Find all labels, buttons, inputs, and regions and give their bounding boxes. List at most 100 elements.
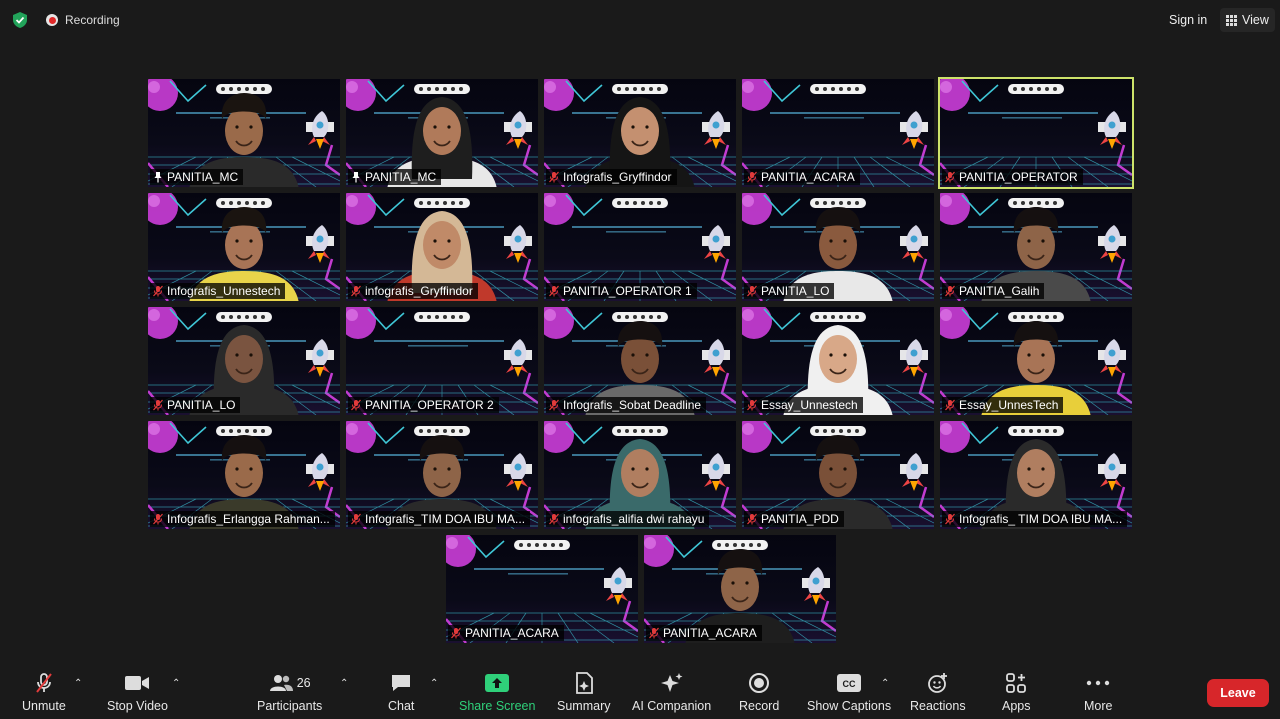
participant-video-tile[interactable]: Essay_Unnestech	[742, 307, 934, 415]
participant-video-tile[interactable]: Infografis_ TIM DOA IBU MA...	[940, 421, 1132, 529]
participant-video-tile[interactable]: Infografis_Erlangga Rahman...	[148, 421, 340, 529]
ai-sparkle-icon	[660, 672, 684, 694]
security-shield-icon[interactable]	[11, 11, 29, 29]
participant-name-tag: Infografis_Sobat Deadline	[546, 397, 707, 413]
stop-video-button[interactable]: Stop Video	[107, 672, 168, 713]
unmute-button[interactable]: Unmute	[22, 672, 66, 713]
participant-video-tile[interactable]: PANITIA_ACARA	[446, 535, 638, 643]
summary-label: Summary	[557, 699, 611, 713]
share-screen-label: Share Screen	[459, 699, 536, 713]
participant-name-tag: PANITIA_ACARA	[744, 169, 860, 185]
participant-video-tile[interactable]: Infografis_TIM DOA IBU MA...	[346, 421, 538, 529]
participant-name: Infografis_Gryffindor	[563, 170, 672, 184]
participant-name: PANITIA_LO	[167, 398, 236, 412]
participant-video-tile[interactable]: PANITIA_OPERATOR	[938, 77, 1134, 189]
participants-options-chevron-up-icon[interactable]: ⌃	[340, 678, 348, 689]
participant-name-tag: PANITIA_ACARA	[448, 625, 564, 641]
video-camera-icon	[124, 672, 150, 694]
participant-video-tile[interactable]: PANITIA_LO	[742, 193, 934, 301]
participant-video-tile[interactable]: PANITIA_MC	[346, 79, 538, 187]
more-ellipsis-icon	[1086, 672, 1110, 694]
chat-options-chevron-up-icon[interactable]: ⌃	[430, 678, 438, 689]
participant-name-tag: PANITIA_OPERATOR 2	[348, 397, 499, 413]
participant-name: PANITIA_OPERATOR 2	[365, 398, 494, 412]
apps-button[interactable]: Apps	[1002, 672, 1031, 713]
summary-document-icon	[574, 672, 594, 694]
participant-video-tile[interactable]: PANITIA_ACARA	[644, 535, 836, 643]
participant-name-tag: PANITIA_ACARA	[646, 625, 762, 641]
apps-label: Apps	[1002, 699, 1031, 713]
participants-button[interactable]: 26 Participants	[257, 672, 322, 713]
participant-video-tile[interactable]: Infografis_Sobat Deadline	[544, 307, 736, 415]
participant-video-tile[interactable]: PANITIA_ACARA	[742, 79, 934, 187]
audio-options-chevron-up-icon[interactable]: ⌃	[74, 678, 82, 689]
more-label: More	[1084, 699, 1113, 713]
microphone-muted-icon	[351, 399, 361, 411]
participant-video-tile[interactable]: PANITIA_Galih	[940, 193, 1132, 301]
microphone-muted-icon	[351, 513, 361, 525]
microphone-muted-icon	[549, 285, 559, 297]
participant-name: PANITIA_MC	[167, 170, 239, 184]
participant-video-tile[interactable]: PANITIA_OPERATOR 1	[544, 193, 736, 301]
view-label: View	[1242, 13, 1269, 27]
microphone-muted-icon	[747, 513, 757, 525]
show-captions-label: Show Captions	[807, 699, 892, 713]
participant-video-tile[interactable]: Infografis_Unnestech	[148, 193, 340, 301]
participant-name: Infografis_Erlangga Rahman...	[167, 512, 330, 526]
participant-name: PANITIA_Galih	[959, 284, 1040, 298]
apps-grid-icon	[1005, 672, 1027, 694]
video-options-chevron-up-icon[interactable]: ⌃	[172, 678, 180, 689]
show-captions-button[interactable]: CC Show Captions	[807, 672, 891, 713]
microphone-muted-icon	[351, 285, 361, 297]
leave-button[interactable]: Leave	[1207, 679, 1269, 707]
more-button[interactable]: More	[1084, 672, 1112, 713]
microphone-muted-icon	[747, 285, 757, 297]
recording-indicator[interactable]: Recording	[46, 12, 120, 28]
chat-button[interactable]: Chat	[388, 672, 414, 713]
microphone-muted-icon	[945, 513, 955, 525]
record-label: Record	[739, 699, 780, 713]
participant-name: infografis_alifia dwi rahayu	[563, 512, 705, 526]
top-bar: Recording Sign in View	[0, 0, 1280, 40]
participant-name-tag: PANITIA_PDD	[744, 511, 844, 527]
share-screen-button[interactable]: Share Screen	[459, 672, 535, 713]
participant-count: 26	[296, 676, 311, 690]
participant-video-tile[interactable]: PANITIA_MC	[148, 79, 340, 187]
participants-label: Participants	[257, 699, 323, 713]
participants-icon-group: 26	[269, 672, 311, 694]
participant-name-tag: Infografis_TIM DOA IBU MA...	[348, 511, 531, 527]
participant-video-tile[interactable]: infografis_Gryffindor	[346, 193, 538, 301]
participant-name-tag: infografis_alifia dwi rahayu	[546, 511, 710, 527]
participant-name: PANITIA_OPERATOR	[959, 170, 1078, 184]
participant-name-tag: PANITIA_LO	[744, 283, 835, 299]
svg-text:CC: CC	[843, 679, 856, 689]
captions-options-chevron-up-icon[interactable]: ⌃	[881, 678, 889, 689]
microphone-muted-icon	[945, 171, 955, 183]
microphone-muted-icon	[153, 399, 163, 411]
participant-video-tile[interactable]: infografis_alifia dwi rahayu	[544, 421, 736, 529]
participant-video-tile[interactable]: PANITIA_PDD	[742, 421, 934, 529]
microphone-muted-icon	[649, 627, 659, 639]
reactions-button[interactable]: Reactions	[910, 672, 966, 713]
participant-video-tile[interactable]: PANITIA_LO	[148, 307, 340, 415]
record-button[interactable]: Record	[739, 672, 779, 713]
microphone-muted-icon	[945, 285, 955, 297]
ai-companion-button[interactable]: AI Companion	[632, 672, 711, 713]
participant-name: PANITIA_PDD	[761, 512, 839, 526]
participant-video-tile[interactable]: PANITIA_OPERATOR 2	[346, 307, 538, 415]
participant-video-tile[interactable]: Essay_UnnesTech	[940, 307, 1132, 415]
participant-name-tag: PANITIA_LO	[150, 397, 241, 413]
record-icon	[748, 672, 770, 694]
participant-name-tag: PANITIA_Galih	[942, 283, 1045, 299]
participant-video-tile[interactable]: Infografis_Gryffindor	[544, 79, 736, 187]
view-button[interactable]: View	[1220, 8, 1275, 32]
microphone-muted-icon	[549, 399, 559, 411]
sign-in-button[interactable]: Sign in	[1162, 8, 1214, 32]
closed-captions-icon: CC	[837, 672, 862, 694]
participant-name-tag: Infografis_Gryffindor	[546, 169, 677, 185]
pin-icon	[352, 172, 360, 183]
pin-icon	[154, 172, 162, 183]
summary-button[interactable]: Summary	[557, 672, 610, 713]
microphone-muted-icon	[945, 399, 955, 411]
recording-dot-icon	[46, 14, 58, 26]
